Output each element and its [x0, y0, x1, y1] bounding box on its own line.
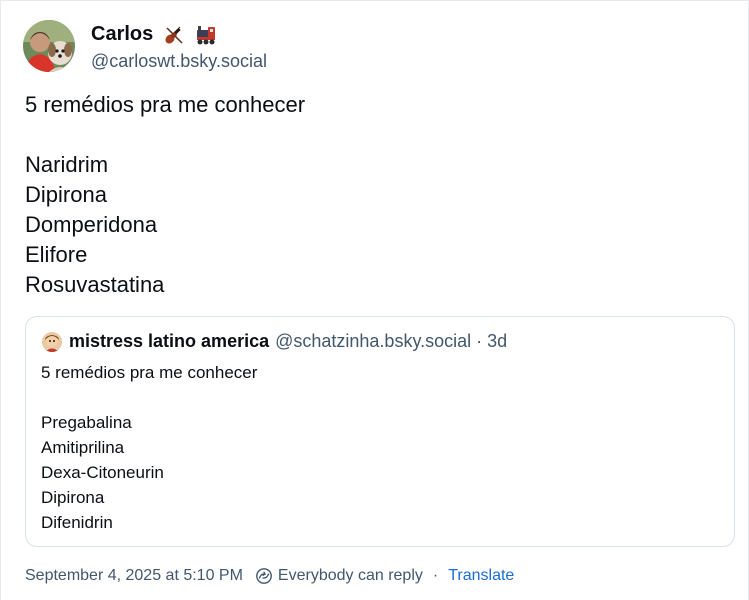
author-names: Carlos @carloswt.bsky.social	[91, 21, 267, 72]
quoted-separator: ·	[476, 331, 483, 351]
author-avatar[interactable]	[23, 20, 75, 72]
quoted-post-time[interactable]: 3d	[487, 331, 507, 352]
display-name-row: Carlos	[91, 21, 267, 49]
post-text: 5 remédios pra me conhecer Naridrim Dipi…	[25, 92, 306, 297]
quoted-post-card[interactable]: mistress latino america @schatzinha.bsky…	[25, 316, 735, 547]
post-footer: September 4, 2025 at 5:10 PM Everybody c…	[25, 567, 514, 585]
post-card: Carlos @carloswt.bsky.social 5 remédios …	[0, 0, 749, 600]
quoted-author-display-name[interactable]: mistress latino america	[69, 331, 269, 352]
violin-emoji-icon	[163, 24, 185, 46]
quoted-author-handle[interactable]: @schatzinha.bsky.social	[275, 331, 471, 352]
reply-setting-label: Everybody can reply	[277, 567, 423, 584]
quoted-post-text: 5 remédios pra me conhecer Pregabalina A…	[41, 363, 258, 532]
author-display-name[interactable]: Carlos	[91, 23, 153, 46]
translate-link[interactable]: Translate	[448, 567, 514, 585]
quoted-post-header: mistress latino america @schatzinha.bsky…	[42, 331, 507, 352]
reply-settings-icon	[255, 567, 273, 585]
post-timestamp[interactable]: September 4, 2025 at 5:10 PM	[25, 567, 243, 585]
footer-separator: ·	[432, 567, 439, 584]
quoted-author-avatar[interactable]	[42, 331, 62, 352]
post-header: Carlos @carloswt.bsky.social	[23, 20, 267, 72]
author-handle[interactable]: @carloswt.bsky.social	[91, 51, 267, 72]
locomotive-emoji-icon	[195, 24, 217, 46]
